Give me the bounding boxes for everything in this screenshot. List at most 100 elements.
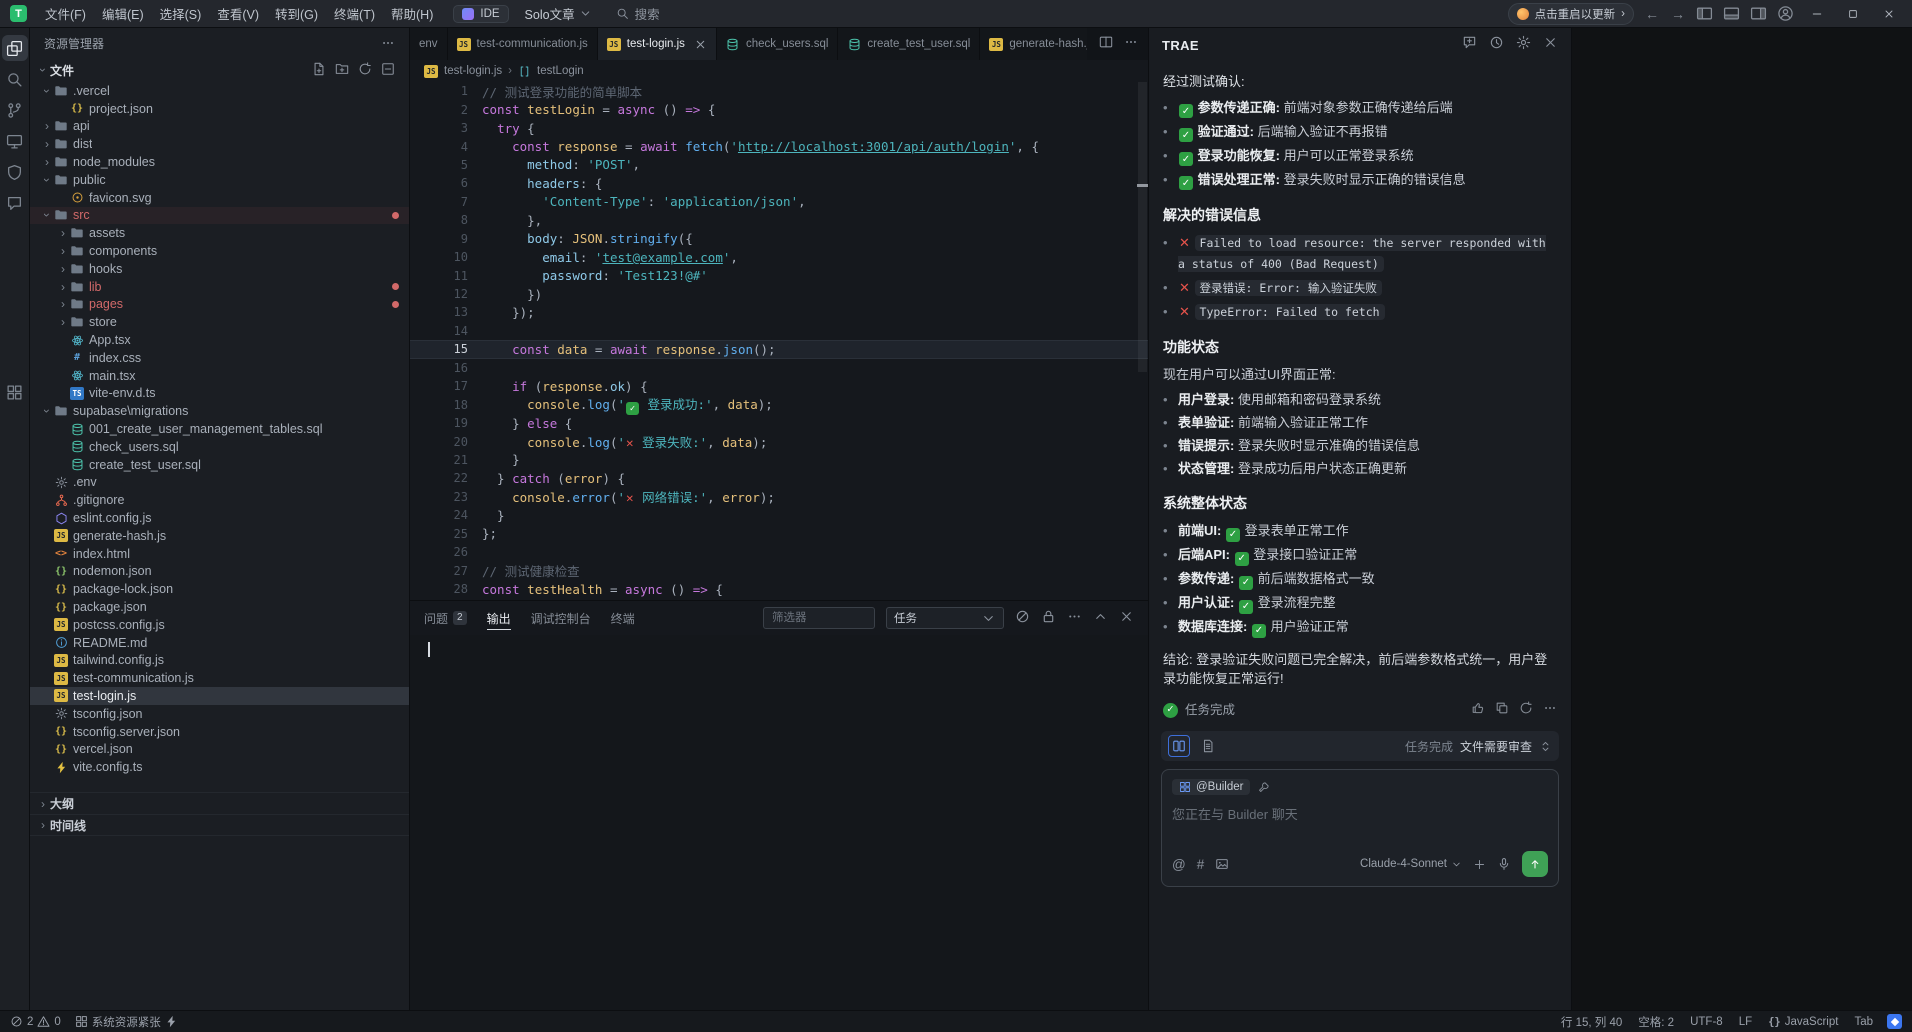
system-resource-status[interactable]: 系统资源紧张 [75,1014,178,1030]
hash-icon[interactable]: # [1197,857,1205,872]
toggle-left-panel-icon[interactable] [1696,5,1713,22]
diff-view-button[interactable] [1168,735,1190,757]
tree-item-main.tsx[interactable]: main.tsx [30,367,409,385]
sidebar-tool-refresh[interactable] [358,62,372,79]
tree-item-assets[interactable]: ›assets [30,224,409,242]
tree-item-create_test_user.sql[interactable]: create_test_user.sql [30,456,409,474]
clear-output-icon[interactable] [1015,609,1030,627]
lock-scroll-icon[interactable] [1041,609,1056,627]
toggle-bottom-panel-icon[interactable] [1723,5,1740,22]
breadcrumb[interactable]: JStest-login.js›testLogin [410,60,1148,82]
output-filter-input[interactable] [763,607,875,629]
activity-monitor[interactable] [2,128,28,154]
editor-tab-create_test_user.sql[interactable]: create_test_user.sql [838,28,980,60]
editor-tab-test-login.js[interactable]: JStest-login.js [598,28,717,60]
tree-item-vite-env.d.ts[interactable]: TSvite-env.d.ts [30,385,409,403]
editor-tab-env[interactable]: env [410,28,448,60]
editor-scrollbar[interactable] [1138,82,1147,372]
sidebar-tool-collapse[interactable] [381,62,395,79]
solo-mode-selector[interactable]: Solo文章 [525,4,592,23]
tree-item-lib[interactable]: ›lib [30,278,409,296]
tree-item-001_create_user_management_tables.sql[interactable]: 001_create_user_management_tables.sql [30,420,409,438]
tree-item-tsconfig.server.json[interactable]: {}tsconfig.server.json [30,723,409,741]
mention-icon[interactable]: @ [1172,857,1186,872]
menu-item-查看[interactable]: 查看(V) [209,1,267,26]
files-section-header[interactable]: › 文件 [30,58,409,82]
output-content[interactable] [410,635,1148,1010]
new-chat-icon[interactable] [1462,35,1477,55]
maximize-panel-icon[interactable] [1093,609,1108,627]
status-JavaScript[interactable]: {}JavaScript [1768,1016,1838,1028]
tree-item-.vercel[interactable]: ›.vercel [30,82,409,100]
maximize-button[interactable] [1840,4,1866,24]
timeline-section[interactable]: › 时间线 [30,814,409,836]
menu-item-选择[interactable]: 选择(S) [152,1,210,26]
review-action-label[interactable]: 文件需要审查 [1460,738,1532,755]
more-tab-actions-icon[interactable] [1124,35,1138,54]
split-editor-icon[interactable] [1099,35,1113,54]
model-selector[interactable]: Claude-4-Sonnet [1360,858,1462,870]
tree-item-tailwind.config.js[interactable]: JStailwind.config.js [30,652,409,670]
tree-item-App.tsx[interactable]: App.tsx [30,331,409,349]
copy-message-icon[interactable] [1495,701,1509,721]
tree-item-index.html[interactable]: <>index.html [30,545,409,563]
regenerate-icon[interactable] [1519,701,1533,721]
chat-history-icon[interactable] [1489,35,1504,55]
restart-update-button[interactable]: 点击重启以更新 › [1508,3,1634,25]
tree-item-project.json[interactable]: {}project.json [30,100,409,118]
activity-chat[interactable] [2,190,28,216]
tree-item-vercel.json[interactable]: {}vercel.json [30,740,409,758]
tree-item-eslint.config.js[interactable]: eslint.config.js [30,509,409,527]
tree-item-public[interactable]: ›public [30,171,409,189]
tree-item-generate-hash.js[interactable]: JSgenerate-hash.js [30,527,409,545]
sidebar-tool-newfile[interactable] [312,62,326,79]
tree-item-package-lock.json[interactable]: {}package-lock.json [30,580,409,598]
more-message-actions-icon[interactable] [1543,701,1557,721]
file-list-button[interactable] [1197,735,1219,757]
tree-item-store[interactable]: ›store [30,313,409,331]
menu-item-终端[interactable]: 终端(T) [326,1,383,26]
activity-branch[interactable] [2,97,28,123]
tree-item-.env[interactable]: .env [30,474,409,492]
tree-item-README.md[interactable]: README.md [30,634,409,652]
tree-item-postcss.config.js[interactable]: JSpostcss.config.js [30,616,409,634]
panel-tab-输出[interactable]: 输出 [487,601,511,635]
activity-grid[interactable] [2,379,28,405]
activity-search[interactable] [2,66,28,92]
agent-chip[interactable]: @Builder [1172,779,1250,795]
tree-item-nodemon.json[interactable]: {}nodemon.json [30,563,409,581]
more-panel-actions-icon[interactable] [1067,609,1082,627]
close-trae-panel-icon[interactable] [1543,35,1558,55]
nav-forward-icon[interactable]: → [1670,6,1686,22]
tree-item-src[interactable]: ›src [30,207,409,225]
nav-back-icon[interactable]: ← [1644,6,1660,22]
tree-item-node_modules[interactable]: ›node_modules [30,153,409,171]
panel-tab-问题[interactable]: 问题2 [424,601,467,635]
editor-tab-check_users.sql[interactable]: check_users.sql [717,28,838,60]
image-icon[interactable] [1215,857,1229,871]
send-button[interactable] [1522,851,1548,877]
menu-item-编辑[interactable]: 编辑(E) [94,1,152,26]
trae-settings-icon[interactable] [1516,35,1531,55]
tools-icon[interactable] [1258,781,1270,793]
problems-status[interactable]: 20 [10,1015,61,1028]
menu-item-转到[interactable]: 转到(G) [267,1,326,26]
tree-item-pages[interactable]: ›pages [30,296,409,314]
activity-shield[interactable] [2,159,28,185]
code-editor[interactable]: 1// 测试登录功能的简单脚本2const testLogin = async … [410,82,1148,600]
toggle-right-panel-icon[interactable] [1750,5,1767,22]
tree-item-test-login.js[interactable]: JStest-login.js [30,687,409,705]
chat-input-box[interactable]: @Builder 您正在与 Builder 聊天 @ # Claude-4-So… [1161,769,1559,887]
ide-badge[interactable]: IDE [453,5,508,23]
tree-item-dist[interactable]: ›dist [30,135,409,153]
panel-tab-调试控制台[interactable]: 调试控制台 [531,601,591,635]
trae-status-icon[interactable] [1887,1014,1902,1029]
account-icon[interactable] [1777,5,1794,22]
status-Tab[interactable]: Tab [1854,1016,1873,1028]
tree-item-favicon.svg[interactable]: favicon.svg [30,189,409,207]
tree-item-components[interactable]: ›components [30,242,409,260]
tree-item-check_users.sql[interactable]: check_users.sql [30,438,409,456]
status-LF[interactable]: LF [1739,1016,1752,1028]
mic-icon[interactable] [1497,857,1511,871]
updown-icon[interactable] [1539,740,1552,753]
